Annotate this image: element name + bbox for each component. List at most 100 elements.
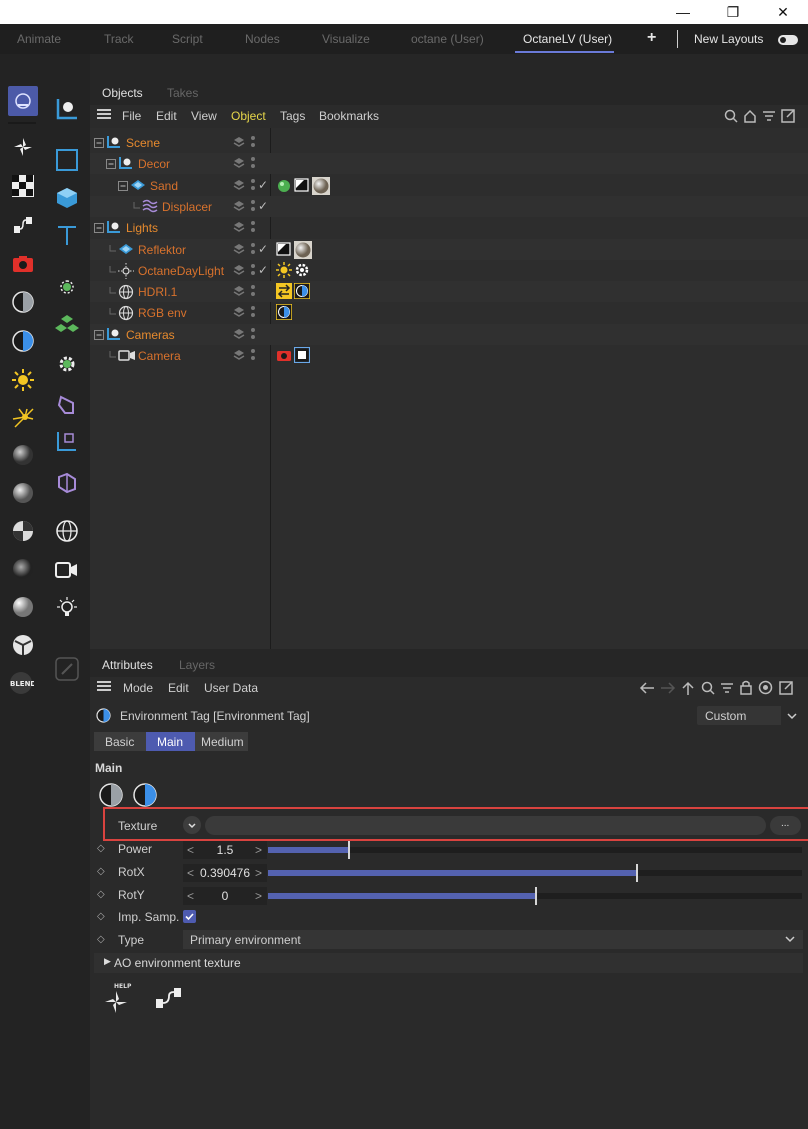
tab-objects[interactable]: Objects: [102, 86, 143, 100]
imager-tag-icon[interactable]: [293, 346, 311, 364]
texture-link-field[interactable]: [205, 816, 766, 835]
layer-icon[interactable]: [233, 328, 245, 343]
home-icon[interactable]: [743, 109, 757, 126]
layout-tab-visualize[interactable]: Visualize: [322, 32, 370, 46]
param-slider-handle[interactable]: [535, 887, 537, 905]
search-icon[interactable]: [701, 681, 715, 698]
new-layouts-menu[interactable]: New Layouts: [694, 32, 763, 46]
cloner-icon[interactable]: [52, 310, 82, 340]
environment-blue-icon[interactable]: [8, 326, 38, 356]
visibility-dots-icon[interactable]: [250, 284, 256, 301]
layout-tab-animate[interactable]: Animate: [17, 32, 61, 46]
object-row[interactable]: HDRI.1: [90, 281, 808, 303]
param-number-field[interactable]: <0 >: [183, 887, 267, 905]
visibility-dots-icon[interactable]: [250, 199, 256, 216]
sun-tag-icon[interactable]: [276, 261, 292, 278]
collapse-toggle-icon[interactable]: [94, 137, 104, 151]
decrement-arrow-icon[interactable]: <: [187, 843, 194, 857]
layer-icon[interactable]: [233, 349, 245, 364]
restore-button[interactable]: ❐: [710, 0, 756, 24]
layout-tab-octane[interactable]: octane (User): [411, 32, 484, 46]
add-layout-button[interactable]: +: [647, 29, 656, 47]
environment-tag-icon[interactable]: [293, 282, 311, 300]
subtab-main[interactable]: Main: [146, 732, 195, 751]
enabled-check-icon[interactable]: ✓: [258, 178, 268, 192]
camera-tag-icon[interactable]: [276, 347, 292, 363]
scene-deformer-icon[interactable]: [52, 468, 82, 498]
param-slider-handle[interactable]: [348, 841, 350, 859]
layout-tab-nodes[interactable]: Nodes: [245, 32, 280, 46]
checker-icon[interactable]: [8, 171, 38, 201]
object-row[interactable]: Lights: [90, 217, 808, 238]
octane-settings-icon[interactable]: [8, 132, 38, 162]
layout-toggle[interactable]: [778, 35, 798, 45]
text-object-icon[interactable]: [52, 221, 82, 251]
visibility-dots-icon[interactable]: [250, 135, 256, 152]
increment-arrow-icon[interactable]: >: [255, 843, 262, 857]
menu-edit[interactable]: Edit: [168, 681, 189, 695]
new-window-icon[interactable]: [781, 109, 795, 126]
lock-icon[interactable]: [739, 680, 753, 698]
object-row[interactable]: Cameras: [90, 323, 808, 345]
subtab-medium[interactable]: Medium: [195, 732, 248, 751]
menu-view[interactable]: View: [191, 109, 217, 123]
keyframe-diamond-icon[interactable]: ◇: [97, 843, 105, 854]
plane-object-icon[interactable]: [52, 145, 82, 175]
node-editor-icon[interactable]: [154, 985, 184, 1014]
layer-icon[interactable]: [233, 285, 245, 300]
daylight-icon[interactable]: [8, 365, 38, 395]
object-name[interactable]: HDRI.1: [138, 285, 177, 299]
object-name[interactable]: OctaneDayLight: [138, 264, 224, 278]
visibility-dots-icon[interactable]: [250, 305, 256, 322]
hdri-tag-icon[interactable]: [276, 283, 292, 300]
object-row[interactable]: Decor: [90, 153, 808, 175]
gear-tag-icon[interactable]: [294, 262, 310, 278]
visibility-dots-icon[interactable]: [250, 327, 256, 344]
ao-group-header[interactable]: ▶ AO environment texture: [94, 953, 803, 973]
object-row[interactable]: RGB env: [90, 302, 808, 323]
object-name[interactable]: Cameras: [126, 328, 175, 342]
object-row[interactable]: Sand ✓: [90, 175, 808, 196]
imp-samp-checkbox[interactable]: [183, 910, 196, 923]
keyframe-diamond-icon[interactable]: ◇: [97, 911, 105, 922]
decrement-arrow-icon[interactable]: <: [187, 866, 194, 880]
live-viewer-icon[interactable]: [8, 86, 38, 116]
close-button[interactable]: ✕: [760, 0, 806, 24]
object-row[interactable]: OctaneDayLight ✓: [90, 260, 808, 281]
material-tag-icon[interactable]: [294, 240, 312, 259]
object-row[interactable]: Reflektor ✓: [90, 238, 808, 260]
visibility-dots-icon[interactable]: [250, 220, 256, 237]
filter-icon[interactable]: [720, 681, 734, 698]
decrement-arrow-icon[interactable]: <: [187, 889, 194, 903]
tab-attributes[interactable]: Attributes: [102, 658, 153, 672]
collapse-toggle-icon[interactable]: [106, 158, 116, 172]
forward-arrow-icon[interactable]: [660, 681, 676, 698]
layer-icon[interactable]: [233, 200, 245, 215]
camera-render-icon[interactable]: [8, 249, 38, 279]
material-specular-icon[interactable]: [8, 554, 38, 584]
layer-icon[interactable]: [233, 264, 245, 279]
deformer-icon[interactable]: [52, 390, 82, 420]
menu-object[interactable]: Object: [231, 109, 266, 123]
object-name[interactable]: Scene: [126, 136, 160, 150]
object-name[interactable]: Sand: [150, 179, 178, 193]
material-diffuse-icon[interactable]: [8, 440, 38, 470]
tab-takes[interactable]: Takes: [167, 86, 198, 100]
material-glossy-icon[interactable]: [8, 478, 38, 508]
preset-dropdown[interactable]: Custom: [697, 706, 803, 725]
layer-icon[interactable]: [233, 157, 245, 172]
target-icon[interactable]: [758, 680, 773, 698]
layer-icon[interactable]: [233, 179, 245, 194]
node-editor-icon[interactable]: [8, 210, 38, 240]
layer-icon[interactable]: [233, 221, 245, 236]
up-arrow-icon[interactable]: [681, 681, 695, 698]
environment-globe-icon[interactable]: [52, 516, 82, 546]
material-tag-icon[interactable]: [312, 176, 330, 195]
keyframe-diamond-icon[interactable]: ◇: [97, 889, 105, 900]
enabled-check-icon[interactable]: ✓: [258, 199, 268, 213]
material-mix-icon[interactable]: [8, 516, 38, 546]
visibility-dots-icon[interactable]: [250, 178, 256, 195]
octane-help-icon[interactable]: HELP: [102, 981, 134, 1018]
subtab-basic[interactable]: Basic: [94, 732, 146, 751]
keyframe-diamond-icon[interactable]: ◇: [97, 934, 105, 945]
